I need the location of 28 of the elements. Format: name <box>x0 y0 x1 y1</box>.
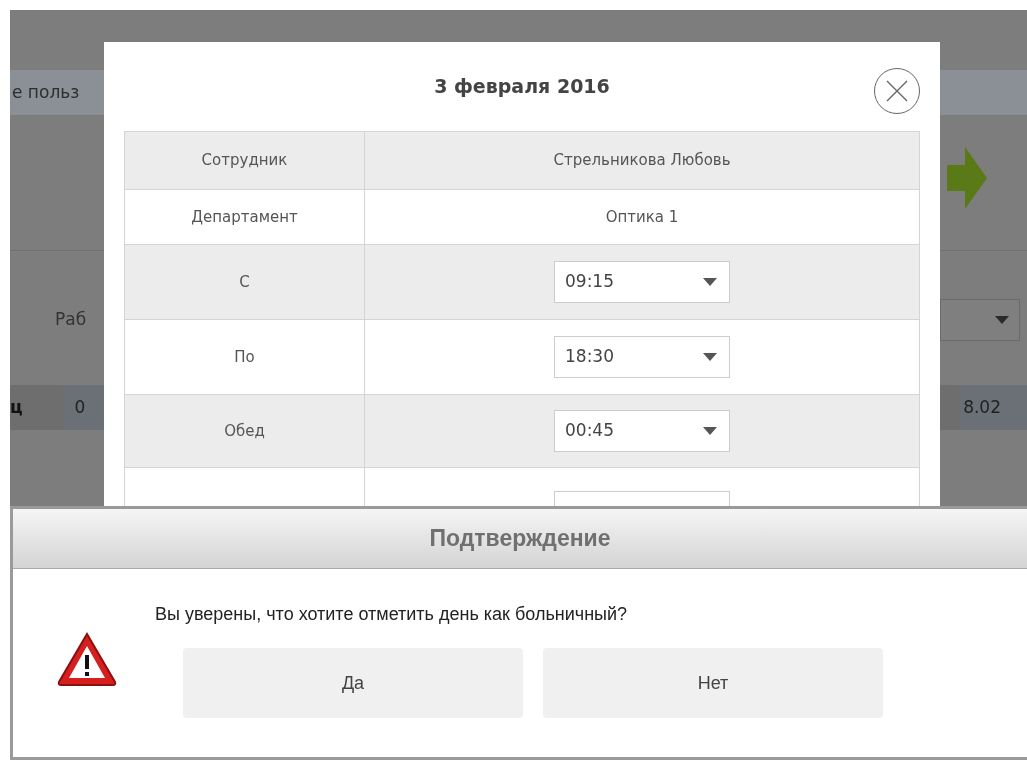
table-cell-text: Стрельникова Любовь <box>553 150 731 172</box>
arrow-right-icon <box>947 147 987 209</box>
dialog-button[interactable]: Да <box>183 648 523 718</box>
close-icon <box>886 80 908 102</box>
field-label: Раб <box>55 308 87 332</box>
row-label: Сотрудник <box>201 150 288 172</box>
row-label: По <box>234 346 255 368</box>
dialog-button[interactable]: Нет <box>543 648 883 718</box>
row-label: Департамент <box>191 206 298 228</box>
caret-icon <box>703 353 717 361</box>
time-select[interactable]: 18:30 <box>554 336 730 378</box>
row-label: Обед <box>224 420 265 442</box>
tab-label: е польз <box>12 80 80 104</box>
table-cell: 8.02 <box>959 385 1027 430</box>
caret-icon <box>703 427 717 435</box>
time-select[interactable]: 00:45 <box>554 410 730 452</box>
dialog-title: Подтверждение <box>429 524 611 554</box>
row-header: ц <box>10 395 24 419</box>
dialog-message: Вы уверены, что хотите отметить день как больничный? <box>155 603 629 626</box>
row-label: С <box>239 271 250 293</box>
dialog-title: 3 февраля 2016 <box>434 74 610 100</box>
select-field[interactable] <box>940 299 1020 341</box>
warning-icon <box>55 631 118 687</box>
caret-icon <box>995 316 1009 324</box>
table-cell-text: Оптика 1 <box>605 206 679 228</box>
time-select[interactable]: 09:15 <box>554 261 730 303</box>
caret-icon <box>703 278 717 286</box>
table-cell: 0 <box>62 385 106 430</box>
